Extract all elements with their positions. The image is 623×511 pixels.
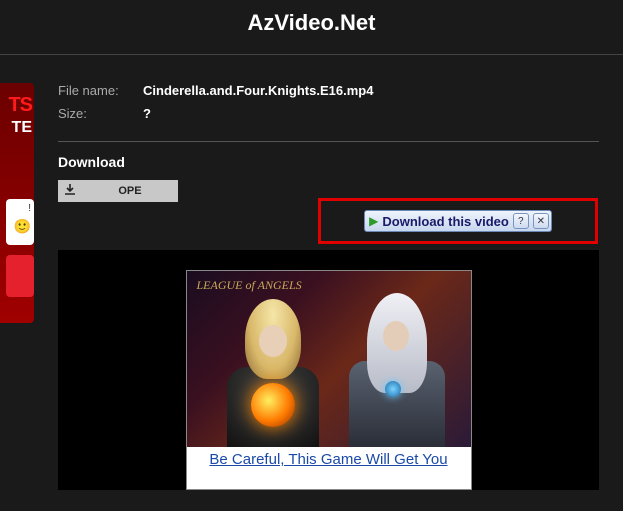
site-title: AzVideo.Net [0, 10, 623, 36]
size-label: Size: [58, 106, 143, 121]
game-ad-image: LEAGUE of ANGELS [187, 271, 471, 447]
filename-value: Cinderella.and.Four.Knights.E16.mp4 [143, 83, 373, 98]
ad-text-white: TE [12, 119, 34, 137]
download-heading: Download [58, 154, 599, 170]
left-ad-strip[interactable]: TS TE ! 🙂 [0, 83, 34, 490]
fire-orb-icon [251, 383, 295, 427]
play-icon: ▶ [369, 214, 378, 228]
game-ad-caption[interactable]: Be Careful, This Game Will Get You [187, 447, 471, 468]
filename-label: File name: [58, 83, 143, 98]
gem-icon [385, 381, 401, 397]
video-player-area: LEAGUE of ANGELS Be Careful, This G [58, 250, 599, 490]
main-content: File name: Cinderella.and.Four.Knights.E… [58, 83, 623, 490]
body: TS TE ! 🙂 File name: Cinderella.and.Four… [0, 55, 623, 490]
file-meta: File name: Cinderella.and.Four.Knights.E… [58, 83, 599, 142]
highlight-box: ▶ Download this video ? ✕ [318, 198, 598, 244]
ad-chip-white: ! 🙂 [6, 199, 34, 245]
ad-banner: TS TE ! 🙂 [0, 83, 34, 323]
help-button[interactable]: ? [513, 213, 529, 229]
download-video-toolbar[interactable]: ▶ Download this video ? ✕ [364, 210, 552, 232]
page-header: AzVideo.Net [0, 0, 623, 55]
meta-row-size: Size: ? [58, 106, 599, 121]
download-icon [58, 184, 82, 199]
smile-icon: 🙂 [6, 218, 31, 235]
close-button[interactable]: ✕ [533, 213, 549, 229]
meta-row-filename: File name: Cinderella.and.Four.Knights.E… [58, 83, 599, 98]
game-ad[interactable]: LEAGUE of ANGELS Be Careful, This G [186, 270, 472, 490]
ad-text-red: TS [8, 95, 34, 115]
size-value: ? [143, 106, 151, 121]
download-ope-button[interactable]: OPE [58, 180, 178, 202]
ad-chip-red [6, 255, 34, 297]
character-right [341, 287, 451, 447]
ope-label: OPE [82, 185, 178, 197]
download-video-label: Download this video [382, 214, 508, 229]
character-left [217, 287, 327, 447]
